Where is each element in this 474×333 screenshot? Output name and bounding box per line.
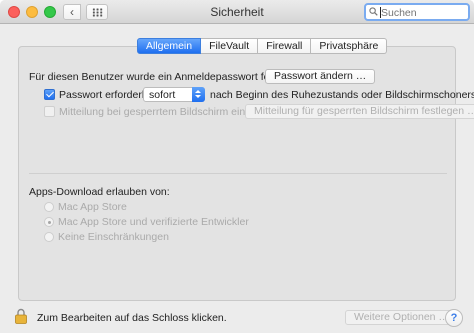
lock-icon[interactable] [15,308,27,324]
search-input[interactable] [381,6,467,19]
lock-message-checkbox[interactable] [44,106,55,117]
help-button[interactable]: ? [445,309,463,327]
require-password-select-value: sofort [149,89,176,101]
search-icon [369,7,378,16]
radio-app-store-verified-label: Mac App Store und verifizierte Entwickle… [58,216,249,228]
general-panel: Für diesen Benutzer wurde ein Anmeldepas… [18,46,474,301]
tab-firewall[interactable]: Firewall [258,38,312,54]
radio-no-restrictions-label: Keine Einschränkungen [58,231,169,243]
search-field[interactable] [364,3,470,21]
radio-mac-app-store-label: Mac App Store [58,201,127,213]
require-password-select[interactable]: sofort [143,87,205,102]
lock-hint-label: Zum Bearbeiten auf das Schloss klicken. [37,312,227,324]
tab-privatsphaere[interactable]: Privatsphäre [311,38,388,54]
radio-app-store-verified[interactable] [44,217,54,227]
after-sleep-label: nach Beginn des Ruhezustands oder Bildsc… [210,89,474,101]
radio-no-restrictions[interactable] [44,232,54,242]
system-preferences-window: ‹ › Sicherheit Allgemein FileVault Firew… [0,0,474,333]
require-password-checkbox[interactable] [44,89,55,100]
section-divider [29,173,447,174]
tab-allgemein[interactable]: Allgemein [137,38,202,54]
advanced-options-button[interactable]: Weitere Optionen … [345,310,458,325]
tab-bar: Allgemein FileVault Firewall Privatsphär… [137,38,388,54]
title-bar: ‹ › Sicherheit [0,0,474,24]
radio-mac-app-store[interactable] [44,202,54,212]
apps-download-heading: Apps-Download erlauben von: [29,186,170,198]
change-password-button[interactable]: Passwort ändern … [265,69,376,84]
lock-message-button[interactable]: Mitteilung für gesperrten Bildschirm fes… [245,104,474,119]
tab-filevault[interactable]: FileVault [201,38,259,54]
chevron-updown-icon [192,87,205,102]
